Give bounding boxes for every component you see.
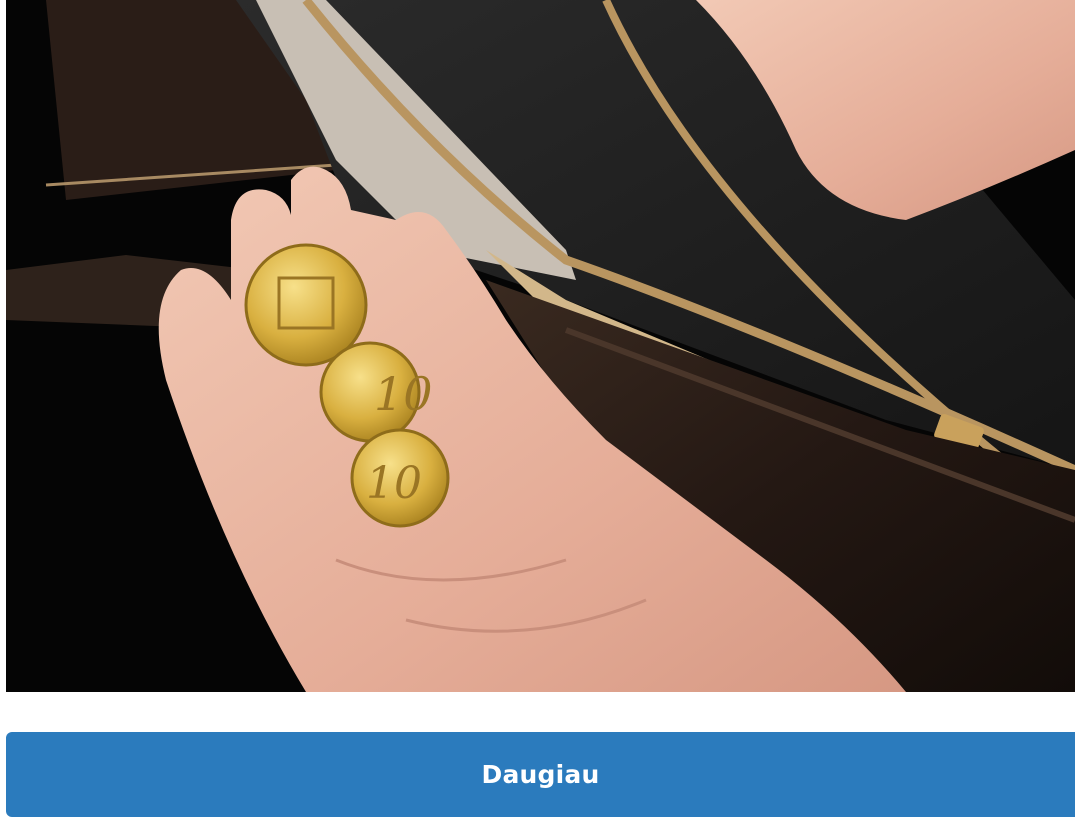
svg-text:10: 10 — [366, 458, 422, 509]
svg-text:10: 10 — [374, 367, 433, 421]
coin-10-cent-b: 10 — [350, 428, 450, 528]
more-button-label: Daugiau — [481, 760, 600, 789]
wallet-coins-photo: 10 10 — [6, 0, 1075, 692]
photo-illustration: 10 10 — [6, 0, 1075, 692]
more-button[interactable]: Daugiau — [6, 732, 1075, 817]
